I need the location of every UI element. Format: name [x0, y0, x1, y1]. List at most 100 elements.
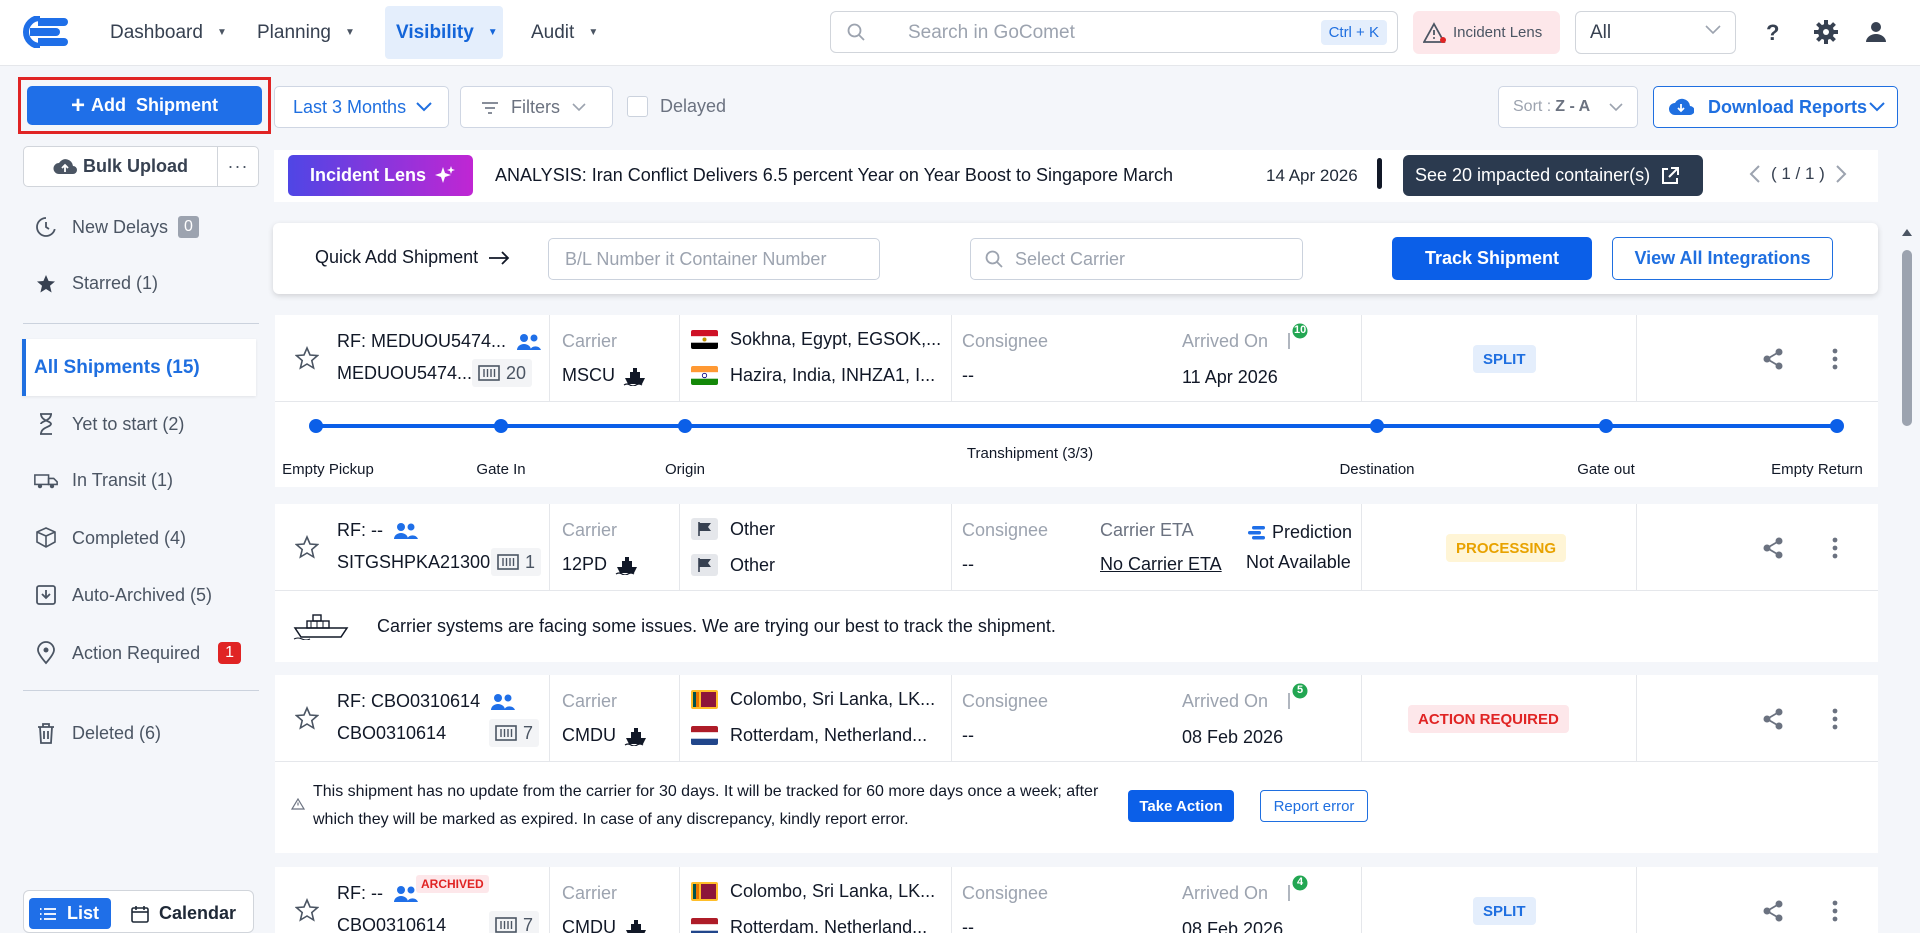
take-action-button[interactable]: Take Action	[1128, 790, 1234, 822]
sidebar-item-all-shipments[interactable]: All Shipments (15)	[22, 339, 256, 396]
more-vertical-icon[interactable]	[1832, 900, 1838, 922]
track-shipment-button[interactable]: Track Shipment	[1392, 237, 1592, 280]
chevron-right-icon[interactable]	[1835, 165, 1847, 183]
external-link-icon	[1650, 166, 1680, 186]
star-outline-icon[interactable]	[295, 706, 319, 730]
status-column: SPLIT	[1362, 867, 1637, 933]
filters-dropdown[interactable]: Filters	[460, 86, 613, 128]
report-error-button[interactable]: Report error	[1260, 790, 1368, 822]
sidebar-item-completed[interactable]: Completed (4)	[34, 527, 186, 549]
bulk-upload-button[interactable]: Bulk Upload	[24, 147, 218, 186]
star-outline-icon[interactable]	[295, 346, 319, 370]
star-outline-icon[interactable]	[295, 898, 319, 922]
ref-column: RF: MEDUOU5474... MEDUOU5474... 20	[275, 315, 550, 401]
incident-lens-pill[interactable]: Incident Lens	[288, 155, 473, 196]
carrier-code: 12PD	[562, 554, 608, 574]
share-icon[interactable]	[1762, 348, 1784, 370]
select-carrier-input[interactable]: Select Carrier	[970, 238, 1303, 280]
timeline-label: Empty Pickup	[282, 461, 374, 478]
carrier-eta-value[interactable]: No Carrier ETA	[1100, 554, 1222, 575]
list-view-button[interactable]: List	[29, 898, 111, 929]
arrived-on-label: Arrived On	[1182, 883, 1269, 903]
origin-port: Other	[691, 518, 775, 540]
nav-dashboard[interactable]: Dashboard ▼	[99, 6, 238, 59]
trash-icon	[34, 722, 58, 744]
settings-gear-icon[interactable]	[1813, 19, 1839, 45]
timeline-label: Empty Return	[1771, 461, 1863, 478]
view-integrations-button[interactable]: View All Integrations	[1612, 237, 1833, 280]
nav-dashboard-label: Dashboard	[110, 21, 203, 43]
sidebar-item-starred[interactable]: Starred (1)	[34, 273, 158, 294]
shipment-timeline: Empty Pickup Gate In Origin Transhipment…	[275, 401, 1878, 487]
container-count-value: 1	[525, 551, 536, 572]
chevron-down-icon	[1609, 102, 1623, 111]
sidebar-item-action-required[interactable]: Action Required 1	[34, 641, 241, 665]
nav-audit[interactable]: Audit ▼	[520, 6, 609, 59]
carrier-eta-label: Carrier ETA	[1100, 520, 1194, 540]
action-required-count: 1	[218, 642, 241, 664]
pager-label: ( 1 / 1 )	[1771, 164, 1825, 183]
cargo-ship-icon	[293, 612, 351, 640]
shipment-row[interactable]: RF: CBO0310614 CBO0310614 7 Carrier CMDU…	[275, 675, 1878, 761]
status-badge: SPLIT	[1473, 345, 1536, 373]
list-view-label: List	[67, 903, 100, 923]
download-reports-button[interactable]: Download Reports	[1653, 86, 1898, 128]
global-search-input[interactable]: Search in GoComet Ctrl + K	[830, 11, 1398, 53]
incident-headline[interactable]: ANALYSIS: Iran Conflict Delivers 6.5 per…	[495, 165, 1173, 186]
consignee-label: Consignee	[962, 691, 1049, 711]
carrier-column: Carrier MSCU	[550, 315, 680, 401]
sidebar-item-yet-to-start[interactable]: Yet to start (2)	[34, 413, 184, 435]
sort-dropdown[interactable]: Sort : Z - A	[1498, 86, 1638, 128]
share-icon[interactable]	[1762, 537, 1784, 559]
impacted-containers-button[interactable]: See 20 impacted container(s)	[1403, 155, 1703, 196]
origin-port: Sokhna, Egypt, EGSOK,...	[691, 329, 941, 350]
route-column	[680, 315, 952, 401]
checkbox-box[interactable]	[627, 96, 648, 117]
prediction-text: Prediction	[1272, 522, 1353, 542]
more-options-button[interactable]: ···	[218, 147, 258, 186]
star-outline-icon[interactable]	[295, 535, 319, 559]
destination-port: Rotterdam, Netherland...	[691, 917, 927, 933]
add-shipment-button[interactable]: + Add Shipment	[27, 86, 262, 125]
scope-select[interactable]: All	[1575, 11, 1736, 54]
more-vertical-icon[interactable]	[1832, 708, 1838, 730]
ref-column: RF: -- ARCHIVED CBO0310614 7	[275, 867, 550, 933]
share-icon[interactable]	[1762, 900, 1784, 922]
chevron-left-icon[interactable]	[1749, 165, 1761, 183]
incident-lens-button[interactable]: Incident Lens	[1413, 11, 1560, 54]
scrollbar[interactable]	[1900, 226, 1914, 933]
user-profile-icon[interactable]	[1865, 21, 1887, 43]
more-vertical-icon[interactable]	[1832, 537, 1838, 559]
ship-icon	[623, 367, 645, 386]
incident-lens-label: Incident Lens	[1453, 24, 1543, 41]
shipment-row[interactable]: RF: -- ARCHIVED CBO0310614 7 Carrier CMD…	[275, 867, 1878, 933]
all-shipments-label: All Shipments (15)	[34, 356, 200, 378]
sidebar-item-auto-archived[interactable]: Auto-Archived (5)	[34, 584, 212, 606]
container-count: 7	[489, 911, 540, 933]
help-icon[interactable]: ?	[1764, 20, 1782, 44]
arrived-badge-count: 4	[1297, 876, 1304, 888]
shipment-row[interactable]: RF: MEDUOU5474... MEDUOU5474... 20 Carri…	[275, 315, 1878, 401]
nav-planning-label: Planning	[257, 21, 331, 43]
consignee-column: Consignee -- Carrier ETA No Carrier ETA …	[952, 504, 1362, 590]
sidebar-item-new-delays[interactable]: New Delays 0	[34, 216, 199, 238]
sidebar-item-deleted[interactable]: Deleted (6)	[34, 722, 161, 744]
calendar-view-button[interactable]: Calendar	[131, 898, 236, 929]
nav-visibility[interactable]: Visibility ▼	[385, 6, 503, 59]
delayed-checkbox[interactable]: Delayed	[627, 96, 726, 117]
scrollbar-thumb[interactable]	[1902, 250, 1912, 426]
filter-lines-icon	[481, 100, 499, 114]
shipment-row[interactable]: RF: -- SITGSHPKA21300 1 Carrier 12PD Oth…	[275, 504, 1878, 590]
scroll-up-arrow-icon[interactable]	[1900, 226, 1914, 238]
nav-planning[interactable]: Planning ▼	[246, 6, 366, 59]
date-range-dropdown[interactable]: Last 3 Months	[274, 86, 449, 128]
gocomet-logo[interactable]	[20, 16, 70, 48]
more-vertical-icon[interactable]	[1832, 348, 1838, 370]
bl-number-input[interactable]: B/L Number it Container Number	[548, 238, 880, 280]
share-icon[interactable]	[1762, 708, 1784, 730]
shipment-ref: SITGSHPKA21300	[337, 552, 491, 572]
download-reports-label: Download Reports	[1708, 96, 1868, 117]
completed-label: Completed (4)	[72, 527, 187, 548]
container-icon	[495, 917, 517, 933]
sidebar-item-in-transit[interactable]: In Transit (1)	[34, 470, 173, 491]
